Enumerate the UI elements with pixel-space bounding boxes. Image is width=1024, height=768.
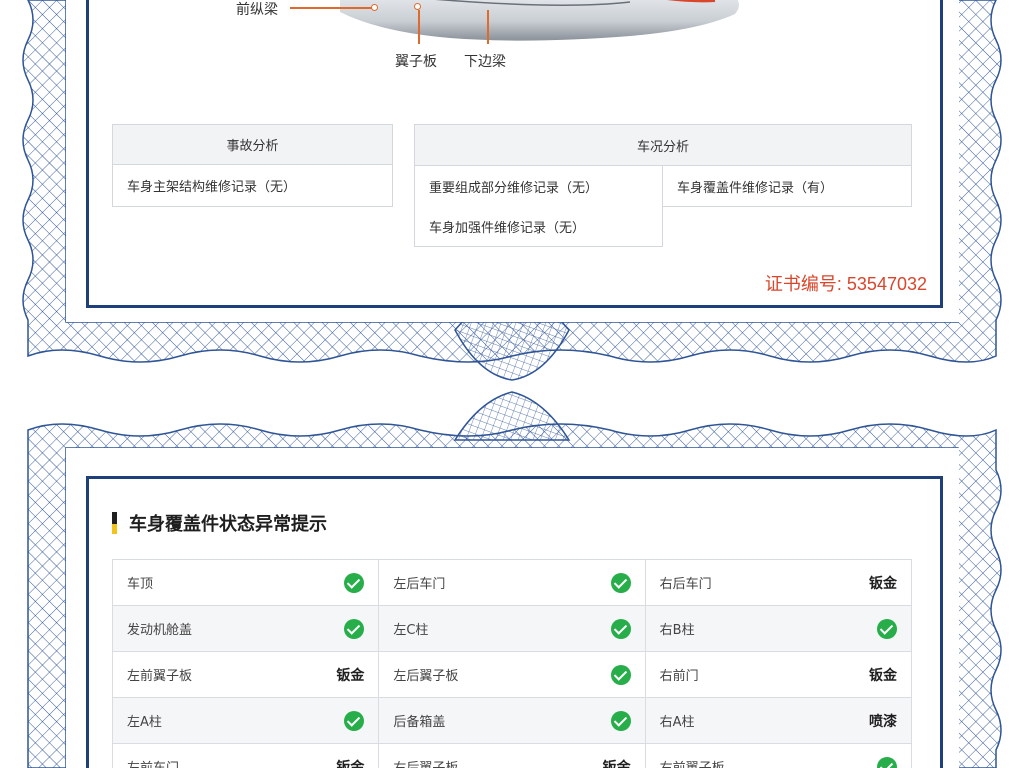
panel-name: 左前翼子板 — [127, 669, 193, 684]
panel-status-cell: 右A柱 喷漆 — [645, 698, 912, 744]
panel-status-label: 钣金 — [336, 759, 365, 768]
panel-name: 后备箱盖 — [393, 715, 446, 730]
callout-fender-dot — [414, 3, 421, 10]
panel-status-label: 钣金 — [336, 667, 365, 684]
callout-front-rail: 前纵梁 — [236, 2, 278, 18]
panel-status-cell: 左A柱 — [113, 698, 380, 744]
panel-name: 车顶 — [127, 577, 154, 592]
panel-status-cell: 发动机舱盖 — [113, 606, 380, 652]
callout-front-rail-dot — [371, 4, 378, 11]
panel-name: 左C柱 — [393, 623, 429, 638]
check-circle-icon — [344, 618, 365, 639]
condition-analysis-header: 车况分析 — [414, 124, 912, 166]
panel-status-cell: 左后翼子板 — [379, 652, 646, 698]
section-title: 车身覆盖件状态异常提示 — [129, 514, 327, 535]
panel-status-cell: 右前翼子板 — [645, 744, 912, 768]
panel-status-cell: 车顶 — [113, 560, 380, 606]
callout-fender-line — [418, 10, 420, 44]
panel-status-cell: 左C柱 — [379, 606, 646, 652]
panel-status-row: 左前翼子板 钣金 左后翼子板 右前门 钣金 — [113, 652, 912, 698]
panel-name: 右前门 — [659, 669, 699, 684]
panel-name: 左后车门 — [393, 577, 446, 592]
panel-name: 发动机舱盖 — [127, 623, 193, 638]
panel-name: 左前车门 — [127, 757, 179, 768]
panel-status-cell: 后备箱盖 — [379, 698, 646, 744]
panel-name: 左后翼子板 — [393, 669, 459, 684]
panel-name: 右A柱 — [659, 715, 695, 730]
check-circle-icon — [610, 664, 631, 685]
section-title-marker — [112, 512, 117, 534]
accident-analysis-table: 事故分析 车身主架结构维修记录（无） — [112, 124, 393, 207]
callout-rocker-line — [487, 10, 489, 44]
panel-name: 右后车门 — [659, 577, 712, 592]
panel-status-cell: 右前门 钣金 — [645, 652, 912, 698]
panel-status-grid: 车顶 左后车门 右后车门 钣金 发动机舱盖 左C柱 右B柱 左前翼子板 钣金 左后翼子板 右前门 钣金… — [112, 559, 912, 768]
accident-analysis-header: 事故分析 — [113, 125, 392, 165]
panel-status-cell: 右B柱 — [645, 606, 912, 652]
condition-analysis-item: 车身加强件维修记录（无） — [414, 206, 663, 247]
callout-front-rail-line — [290, 7, 372, 9]
check-circle-icon — [876, 618, 897, 639]
panel-status-label: 钣金 — [602, 759, 631, 768]
check-circle-icon — [344, 710, 365, 731]
panel-status-row: 左A柱 后备箱盖 右A柱 喷漆 — [113, 698, 912, 744]
accident-analysis-item: 车身主架结构维修记录（无） — [127, 179, 297, 195]
check-circle-icon — [610, 572, 631, 593]
panel-status-row: 左前车门 钣金 右后翼子板 钣金 右前翼子板 — [113, 744, 912, 768]
callout-fender: 翼子板 — [395, 54, 437, 70]
check-circle-icon — [344, 572, 365, 593]
panel-name: 右前翼子板 — [660, 757, 725, 768]
condition-analysis-item: 车身覆盖件维修记录（有） — [662, 166, 912, 207]
panel-status-cell: 右后车门 钣金 — [645, 560, 912, 606]
panel-status-row: 发动机舱盖 左C柱 右B柱 — [113, 606, 912, 652]
condition-analysis-item: 重要组成部分维修记录（无） — [414, 166, 663, 207]
panel-name: 左A柱 — [127, 715, 162, 730]
panel-status-row: 车顶 左后车门 右后车门 钣金 — [113, 560, 912, 606]
panel-status-label: 钣金 — [868, 667, 897, 684]
check-circle-icon — [610, 618, 631, 639]
panel-name: 右B柱 — [659, 623, 695, 638]
callout-rocker: 下边梁 — [464, 54, 506, 70]
panel-status-cell: 右后翼子板 钣金 — [379, 744, 646, 768]
panel-status-cell: 左前车门 钣金 — [113, 744, 380, 768]
panel-status-label: 喷漆 — [868, 713, 897, 730]
check-circle-icon — [610, 710, 631, 731]
panel-status-cell: 左后车门 — [379, 560, 646, 606]
panel-status-cell: 左前翼子板 钣金 — [113, 652, 380, 698]
certificate-number: 证书编号: 53547032 — [764, 274, 927, 294]
section-header: 车身覆盖件状态异常提示 — [112, 510, 327, 536]
check-circle-icon — [876, 756, 897, 768]
panel-status-label: 钣金 — [868, 575, 897, 592]
panel-name: 右后翼子板 — [393, 757, 458, 768]
